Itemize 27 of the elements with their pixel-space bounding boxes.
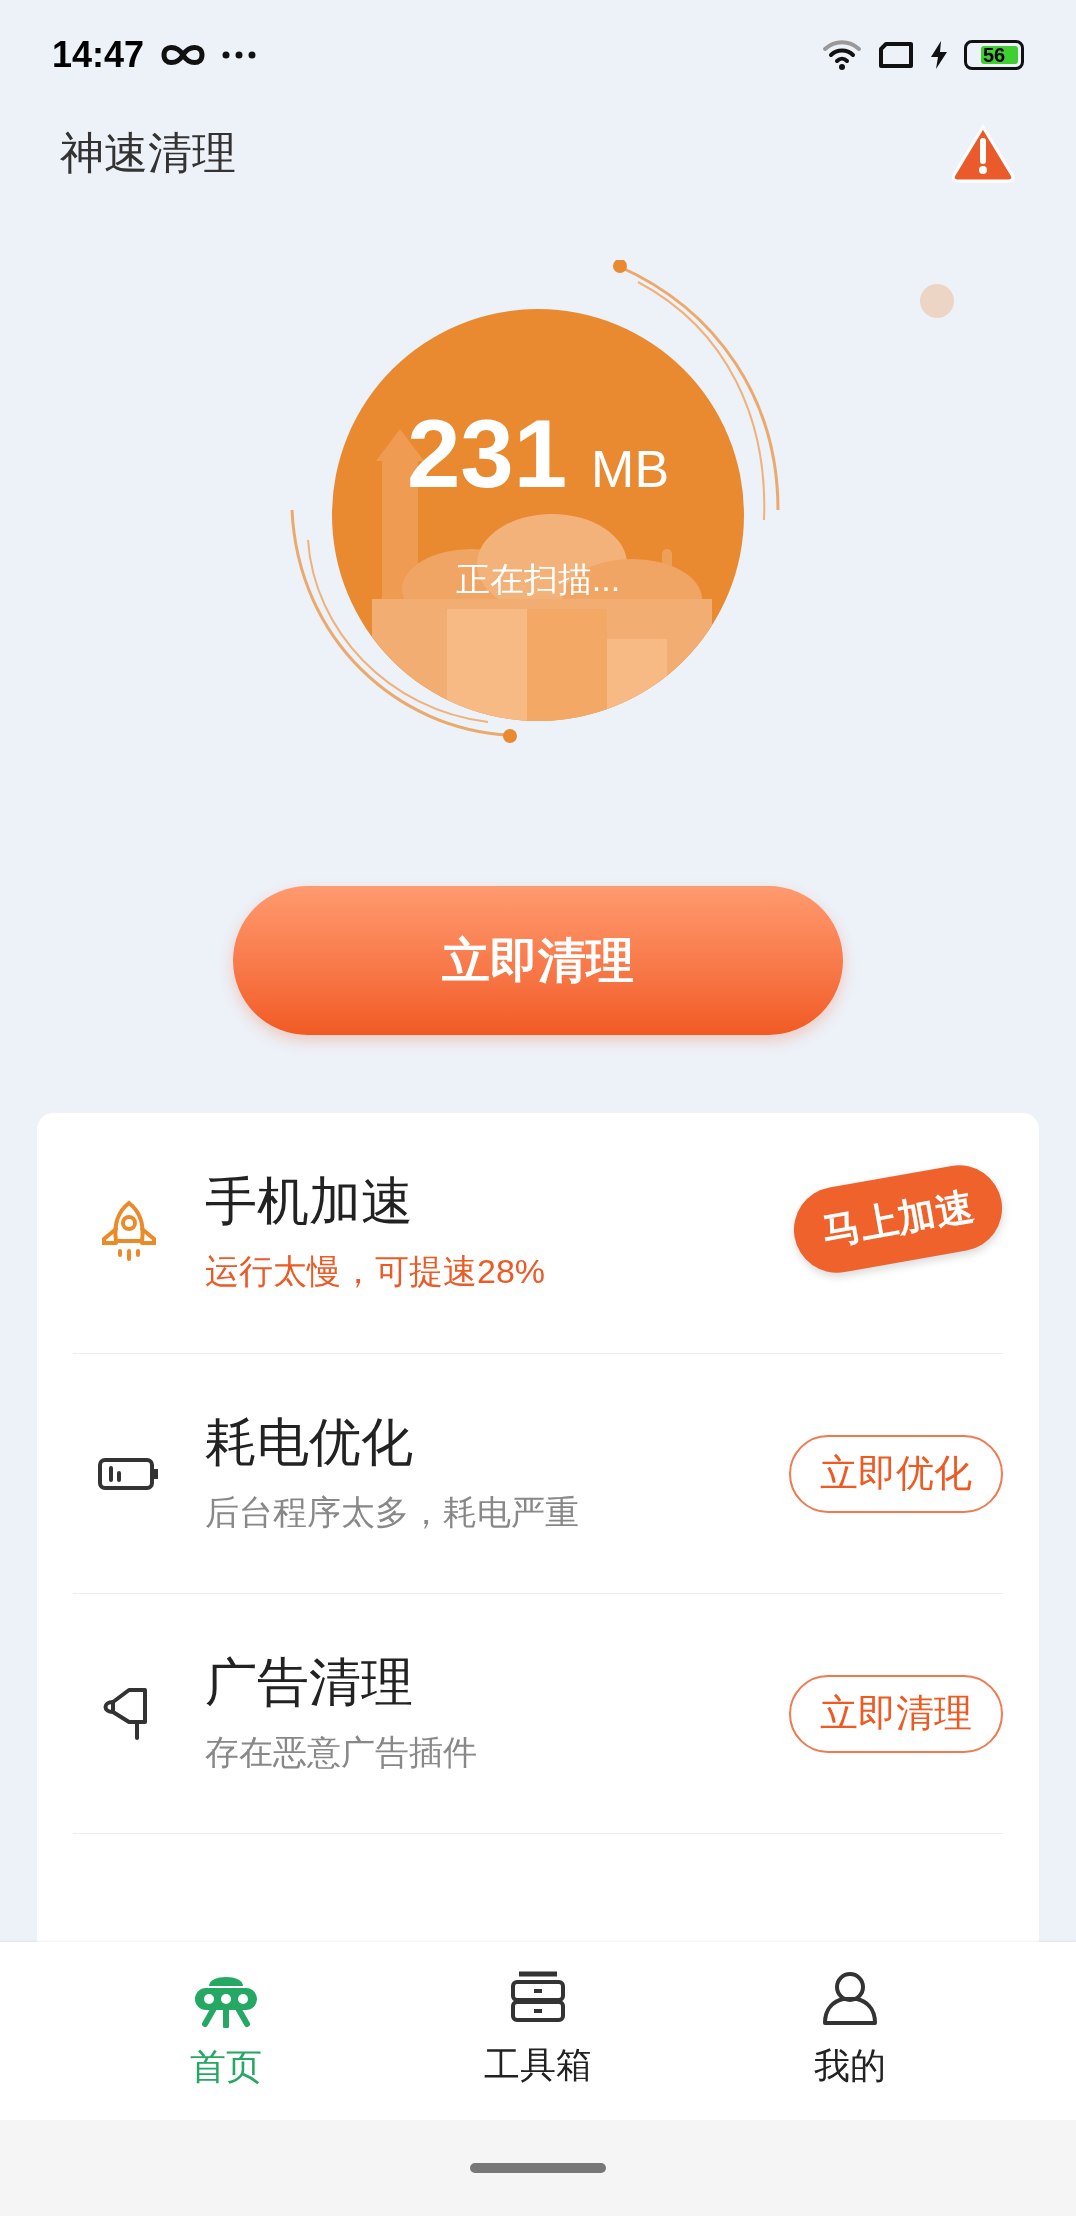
- feature-description: 运行太慢，可提速28%: [205, 1251, 547, 1292]
- status-time: 14:47: [52, 33, 145, 77]
- nav-tab[interactable]: 首页: [70, 1942, 382, 2120]
- page-title: 神速清理: [60, 127, 236, 179]
- clean-button[interactable]: 立即清理: [233, 886, 843, 1035]
- warning-icon[interactable]: [950, 123, 1016, 183]
- feature-title: 广告清理: [205, 1651, 414, 1713]
- charging-icon: [930, 41, 948, 69]
- feature-description: 后台程序太多，耗电严重: [205, 1491, 580, 1533]
- nav-tab[interactable]: 工具箱: [382, 1942, 694, 2120]
- size-unit: MB: [591, 442, 670, 495]
- nav-tab[interactable]: 我的: [694, 1942, 1006, 2120]
- scan-status: 正在扫描...: [455, 558, 621, 600]
- screen-icon: [878, 41, 914, 69]
- junk-size: 231: [406, 405, 568, 502]
- feature-title: 耗电优化: [205, 1411, 414, 1473]
- wifi-icon: [822, 39, 862, 71]
- infinity-icon: [160, 43, 207, 67]
- battery-indicator: 56: [964, 40, 1024, 70]
- user-icon: [821, 1969, 879, 2027]
- feature-description: 存在恶意广告插件: [205, 1731, 478, 1773]
- more-icon: [222, 51, 257, 59]
- action-button[interactable]: 立即清理: [789, 1674, 1003, 1753]
- battery-icon: [97, 1455, 161, 1492]
- dot-icon: [920, 284, 954, 318]
- feature-title: 手机加速: [205, 1171, 414, 1232]
- action-button[interactable]: 立即优化: [789, 1434, 1003, 1513]
